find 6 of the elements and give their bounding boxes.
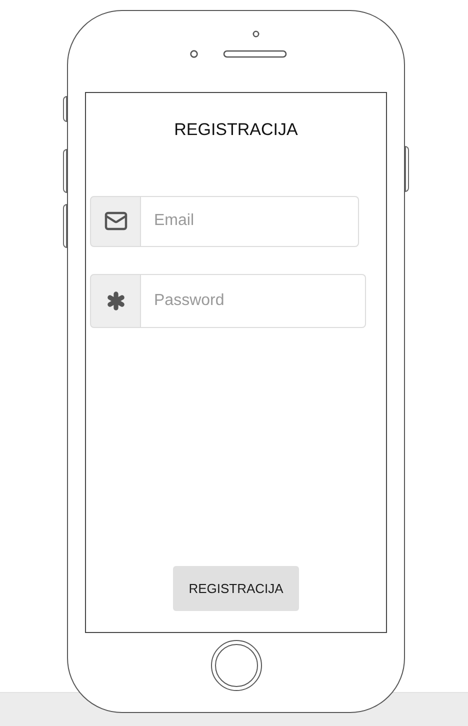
register-button[interactable]: REGISTRACIJA <box>173 566 299 611</box>
home-button[interactable] <box>210 640 262 691</box>
screen-title: REGISTRACIJA <box>174 119 298 141</box>
email-field[interactable]: Email <box>141 196 359 246</box>
password-field[interactable]: Password <box>141 274 366 328</box>
mail-icon <box>104 209 128 233</box>
